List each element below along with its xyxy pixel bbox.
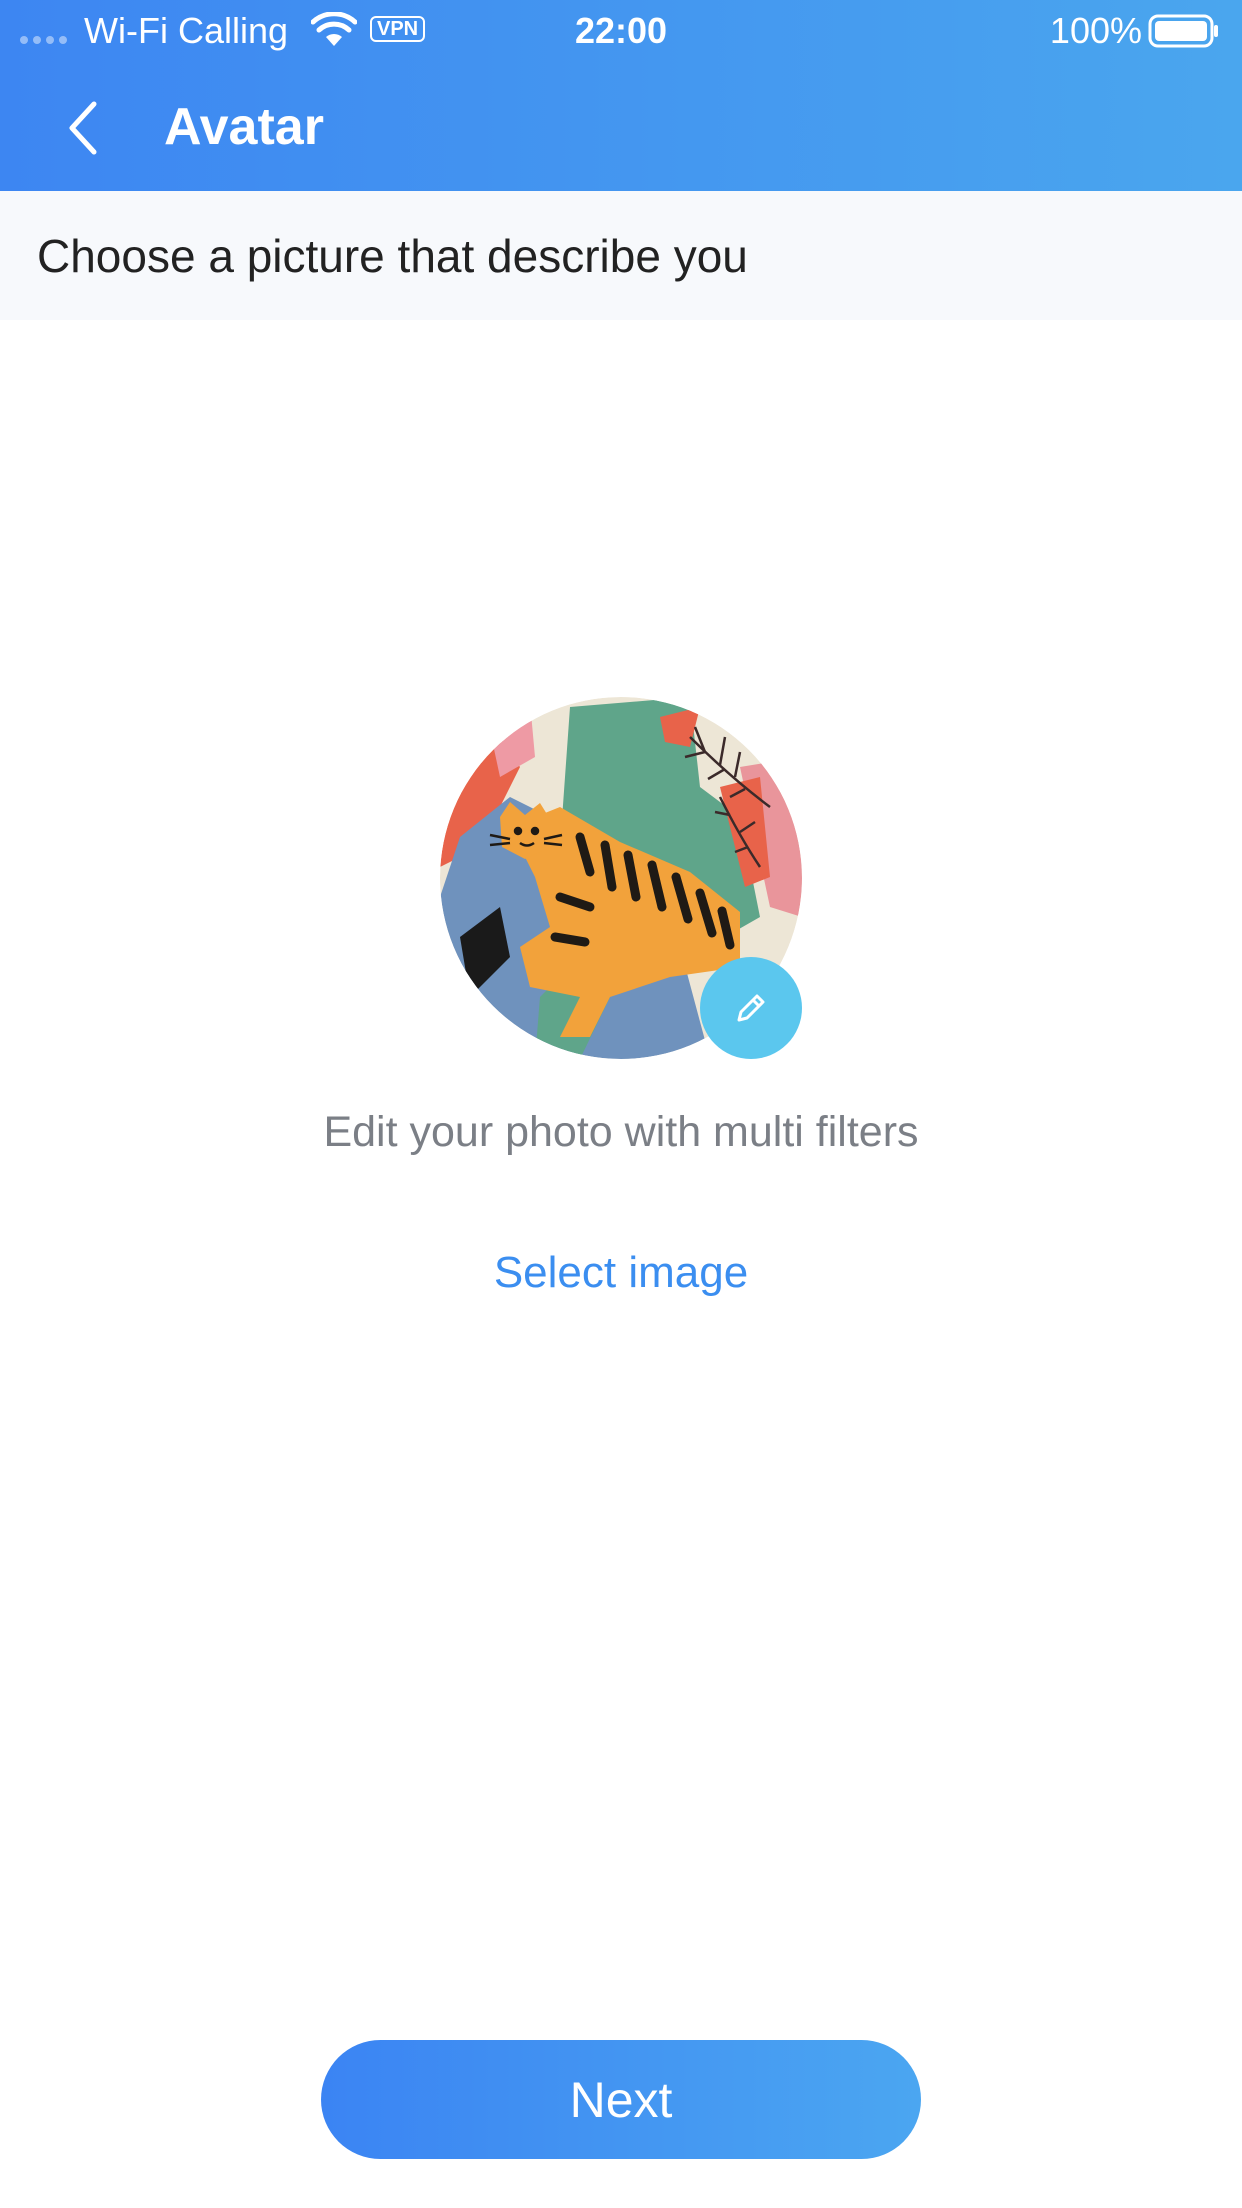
select-image-link[interactable]: Select image: [494, 1248, 748, 1297]
app-header: Wi-Fi Calling VPN 22:00 100% Avatar: [0, 0, 1242, 191]
battery-percentage: 100%: [1049, 10, 1142, 51]
battery-icon: [1148, 14, 1218, 48]
next-button[interactable]: Next: [321, 2040, 921, 2159]
avatar-container: [440, 697, 802, 1059]
status-bar: Wi-Fi Calling VPN 22:00 100%: [0, 0, 1242, 62]
edit-avatar-button[interactable]: [700, 957, 802, 1059]
page-title: Avatar: [164, 98, 324, 156]
instruction-text: Choose a picture that describe you: [37, 230, 748, 282]
back-chevron-icon[interactable]: [64, 98, 104, 158]
edit-hint-text: Edit your photo with multi filters: [323, 1108, 919, 1156]
pencil-icon: [737, 994, 765, 1022]
select-image-link-row: Select image: [0, 1248, 1242, 1298]
instruction-banner: Choose a picture that describe you: [0, 191, 1242, 320]
